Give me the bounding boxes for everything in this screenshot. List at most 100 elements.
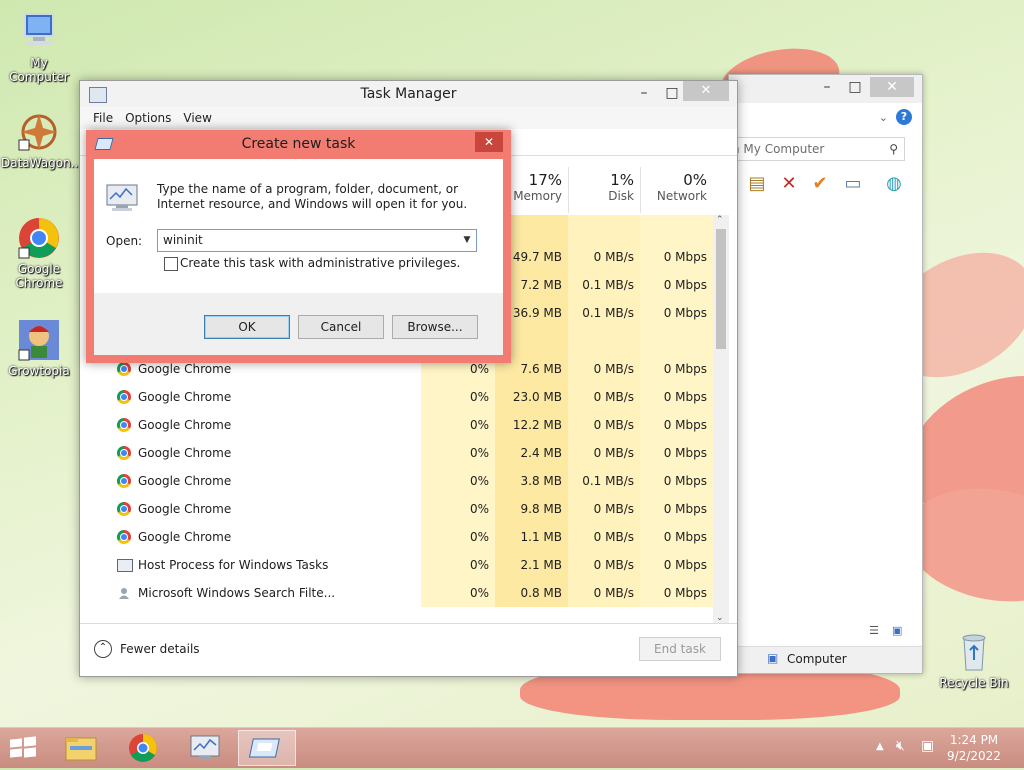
cell-disk: 0 MB/s [568,579,640,607]
help-icon[interactable]: ? [896,109,912,125]
desktop-icon-label: My Computer [9,56,69,84]
close-button[interactable]: ✕ [870,77,914,97]
clipboard-icon[interactable]: ▤ [746,173,768,195]
fewer-details-button[interactable]: ⌃ Fewer details [94,640,200,658]
admin-privileges-checkbox[interactable] [164,257,178,271]
browse-button[interactable]: Browse... [392,315,478,339]
create-new-task-dialog[interactable]: Create new task ✕ Type the name of a pro… [86,130,511,363]
chrome-icon [129,734,157,762]
tiles-view-icon[interactable]: ▣ [892,624,902,637]
desktop-icon-label: Google Chrome [15,262,63,290]
show-hidden-icons-icon[interactable]: ▲ [876,741,884,752]
cell-memory: 2.4 MB [495,439,568,467]
close-button[interactable]: ✕ [475,132,503,152]
scroll-up-arrow-icon[interactable]: ⌃ [716,215,724,225]
cell-name: Host Process for Windows Tasks [138,558,329,572]
search-input[interactable]: h My Computer ⚲ [729,137,905,161]
clock-time: 1:24 PM [949,733,999,747]
table-row[interactable]: Host Process for Windows Tasks 0% 2.1 MB 0 … [80,551,713,579]
details-view-icon[interactable]: ☰ [869,624,879,637]
desktop-icon-recycle-bin[interactable]: Recycle Bin [936,630,1012,690]
cell-disk: 0 MB/s [568,383,640,411]
desktop-icon-growtopia[interactable]: Growtopia [1,318,77,378]
delete-icon[interactable]: ✕ [778,173,800,195]
minimize-button[interactable]: – [631,83,657,103]
chrome-icon [117,530,131,544]
cell-memory: 9.8 MB [495,495,568,523]
column-header-network[interactable]: 0% Network [640,167,713,213]
menu-bar: File Options View [80,107,737,129]
admin-privileges-label[interactable]: Create this task with administrative pri… [180,256,460,270]
network-icon[interactable]: ▣ [921,738,934,754]
scroll-down-arrow-icon[interactable]: ⌄ [716,613,724,623]
cell-network: 0 Mbps [640,243,713,271]
check-icon[interactable]: ✔ [809,173,831,195]
cell-disk: 0 MB/s [568,243,640,271]
cell-name: Microsoft Windows Search Filte... [138,586,336,600]
chevron-down-icon[interactable]: ⌄ [879,111,888,124]
cell-name: Google Chrome [138,390,232,404]
clock[interactable]: 1:24 PM 9/2/2022 [944,732,1004,764]
table-row[interactable]: Google Chrome 0% 12.2 MB 0 MB/s 0 Mbps [80,411,713,439]
taskbar-google-chrome[interactable] [114,730,172,766]
taskbar-task-manager[interactable] [176,730,234,766]
desktop-icon-label: Growtopia [8,364,70,378]
cell-disk: 0.1 MB/s [568,299,640,327]
volume-muted-icon[interactable]: 🔇︎ [896,738,905,754]
explorer-window[interactable]: – □ ✕ ⌄ ? h My Computer ⚲ ▤ ✕ ✔ ▭ ◍ ☰ ▣ … [728,74,923,674]
table-row[interactable]: Google Chrome 0% 1.1 MB 0 MB/s 0 Mbps [80,523,713,551]
open-label: Open: [106,234,143,248]
cell-disk: 0.1 MB/s [568,467,640,495]
table-row[interactable]: Google Chrome 0% 3.8 MB 0.1 MB/s 0 Mbps [80,467,713,495]
cell-disk: 0 MB/s [568,355,640,383]
column-header-disk[interactable]: 1% Disk [568,167,641,213]
explorer-titlebar[interactable]: – □ ✕ [729,75,922,103]
desktop-icon-datawagon[interactable]: DataWagon... [1,110,82,170]
cell-disk [568,327,640,355]
fewer-details-label: Fewer details [120,642,200,656]
table-row[interactable]: Google Chrome 0% 9.8 MB 0 MB/s 0 Mbps [80,495,713,523]
maximize-button[interactable]: □ [659,83,685,103]
cell-name: Google Chrome [138,502,232,516]
table-row[interactable]: Google Chrome 0% 23.0 MB 0 MB/s 0 Mbps [80,383,713,411]
cell-network: 0 Mbps [640,579,713,607]
cancel-button[interactable]: Cancel [298,315,384,339]
desktop-icon-google-chrome[interactable]: Google Chrome [1,216,77,290]
globe-icon[interactable]: ◍ [883,173,905,195]
cell-disk: 0 MB/s [568,495,640,523]
maximize-button[interactable]: □ [840,77,870,97]
cell-disk: 0 MB/s [568,439,640,467]
cell-cpu: 0% [421,579,495,607]
menu-view[interactable]: View [183,107,211,129]
task-manager-footer: ⌃ Fewer details End task [80,623,737,676]
search-filter-icon [117,586,131,600]
close-button[interactable]: ✕ [683,81,729,101]
table-row[interactable]: Microsoft Windows Search Filte... 0% 0.8 M… [80,579,713,607]
cell-name: Google Chrome [138,446,232,460]
column-name: Network [656,189,707,203]
table-row[interactable]: Google Chrome 0% 2.4 MB 0 MB/s 0 Mbps [80,439,713,467]
taskbar-file-explorer[interactable] [52,730,110,766]
cell-network: 0 Mbps [640,551,713,579]
scrollbar-thumb[interactable] [716,229,726,349]
menu-options[interactable]: Options [125,107,171,129]
chrome-icon [117,502,131,516]
desktop-icon-my-computer[interactable]: My Computer [1,10,77,84]
chevron-down-icon[interactable]: ▼ [460,231,474,249]
cell-name: Google Chrome [138,418,232,432]
properties-icon[interactable]: ▭ [842,173,864,195]
chrome-icon [117,446,131,460]
cell-memory: 2.1 MB [495,551,568,579]
dialog-titlebar[interactable]: Create new task ✕ [86,130,511,158]
task-manager-titlebar[interactable]: Task Manager – □ ✕ [80,81,737,107]
vertical-scrollbar[interactable]: ⌃ ⌄ [713,215,729,623]
minimize-button[interactable]: – [812,77,842,97]
open-combobox[interactable]: wininit ▼ [157,229,477,252]
taskbar-run-dialog[interactable] [238,730,296,766]
menu-file[interactable]: File [93,107,113,129]
dialog-title: Create new task [241,136,356,152]
start-button[interactable] [8,736,38,760]
end-task-button[interactable]: End task [639,637,721,661]
chevron-up-icon: ⌃ [94,640,112,658]
ok-button[interactable]: OK [204,315,290,339]
